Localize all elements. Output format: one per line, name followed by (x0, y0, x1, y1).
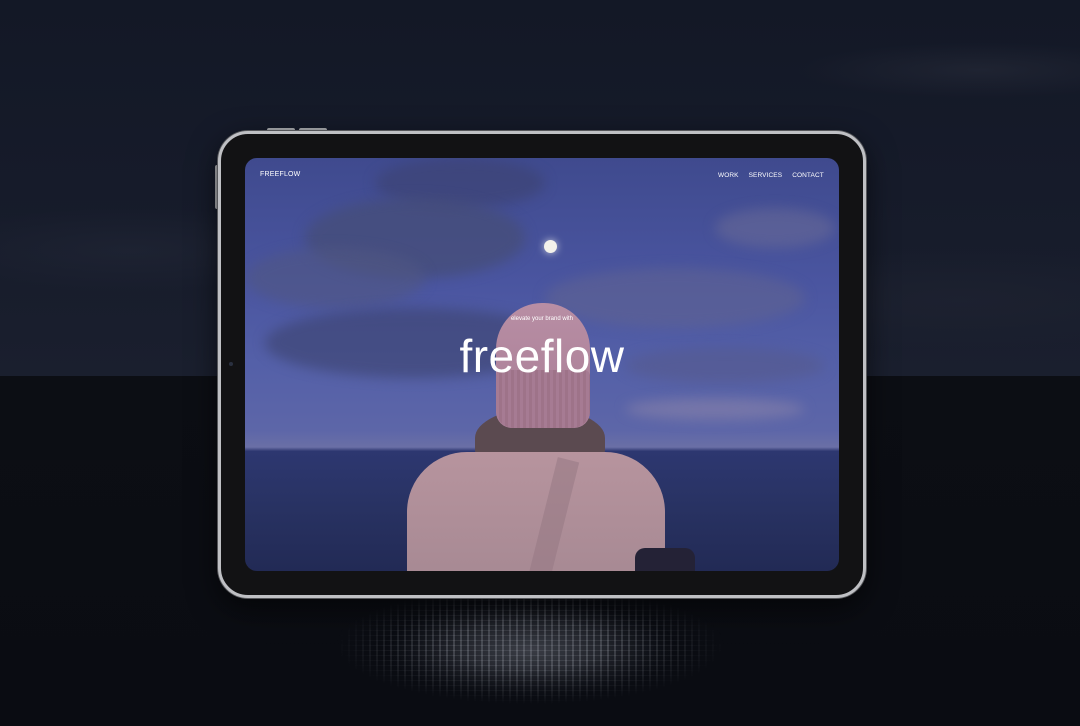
nav-work-link[interactable]: WORK (718, 172, 739, 179)
site-logo[interactable]: FREEFLOW (260, 171, 301, 178)
tablet-camera (229, 362, 233, 366)
site-nav: WORK SERVICES CONTACT (718, 172, 824, 179)
hero-tagline: elevate your brand with (510, 316, 574, 322)
nav-services-link[interactable]: SERVICES (749, 172, 783, 179)
cloud (625, 398, 805, 420)
sea-reflection (250, 590, 810, 726)
cloud (625, 348, 825, 383)
nav-contact-link[interactable]: CONTACT (792, 172, 824, 179)
cloud (245, 248, 425, 308)
cloud (715, 208, 835, 248)
hero-title: freeflow (459, 330, 625, 382)
moon (544, 240, 557, 253)
jacket (635, 548, 695, 571)
